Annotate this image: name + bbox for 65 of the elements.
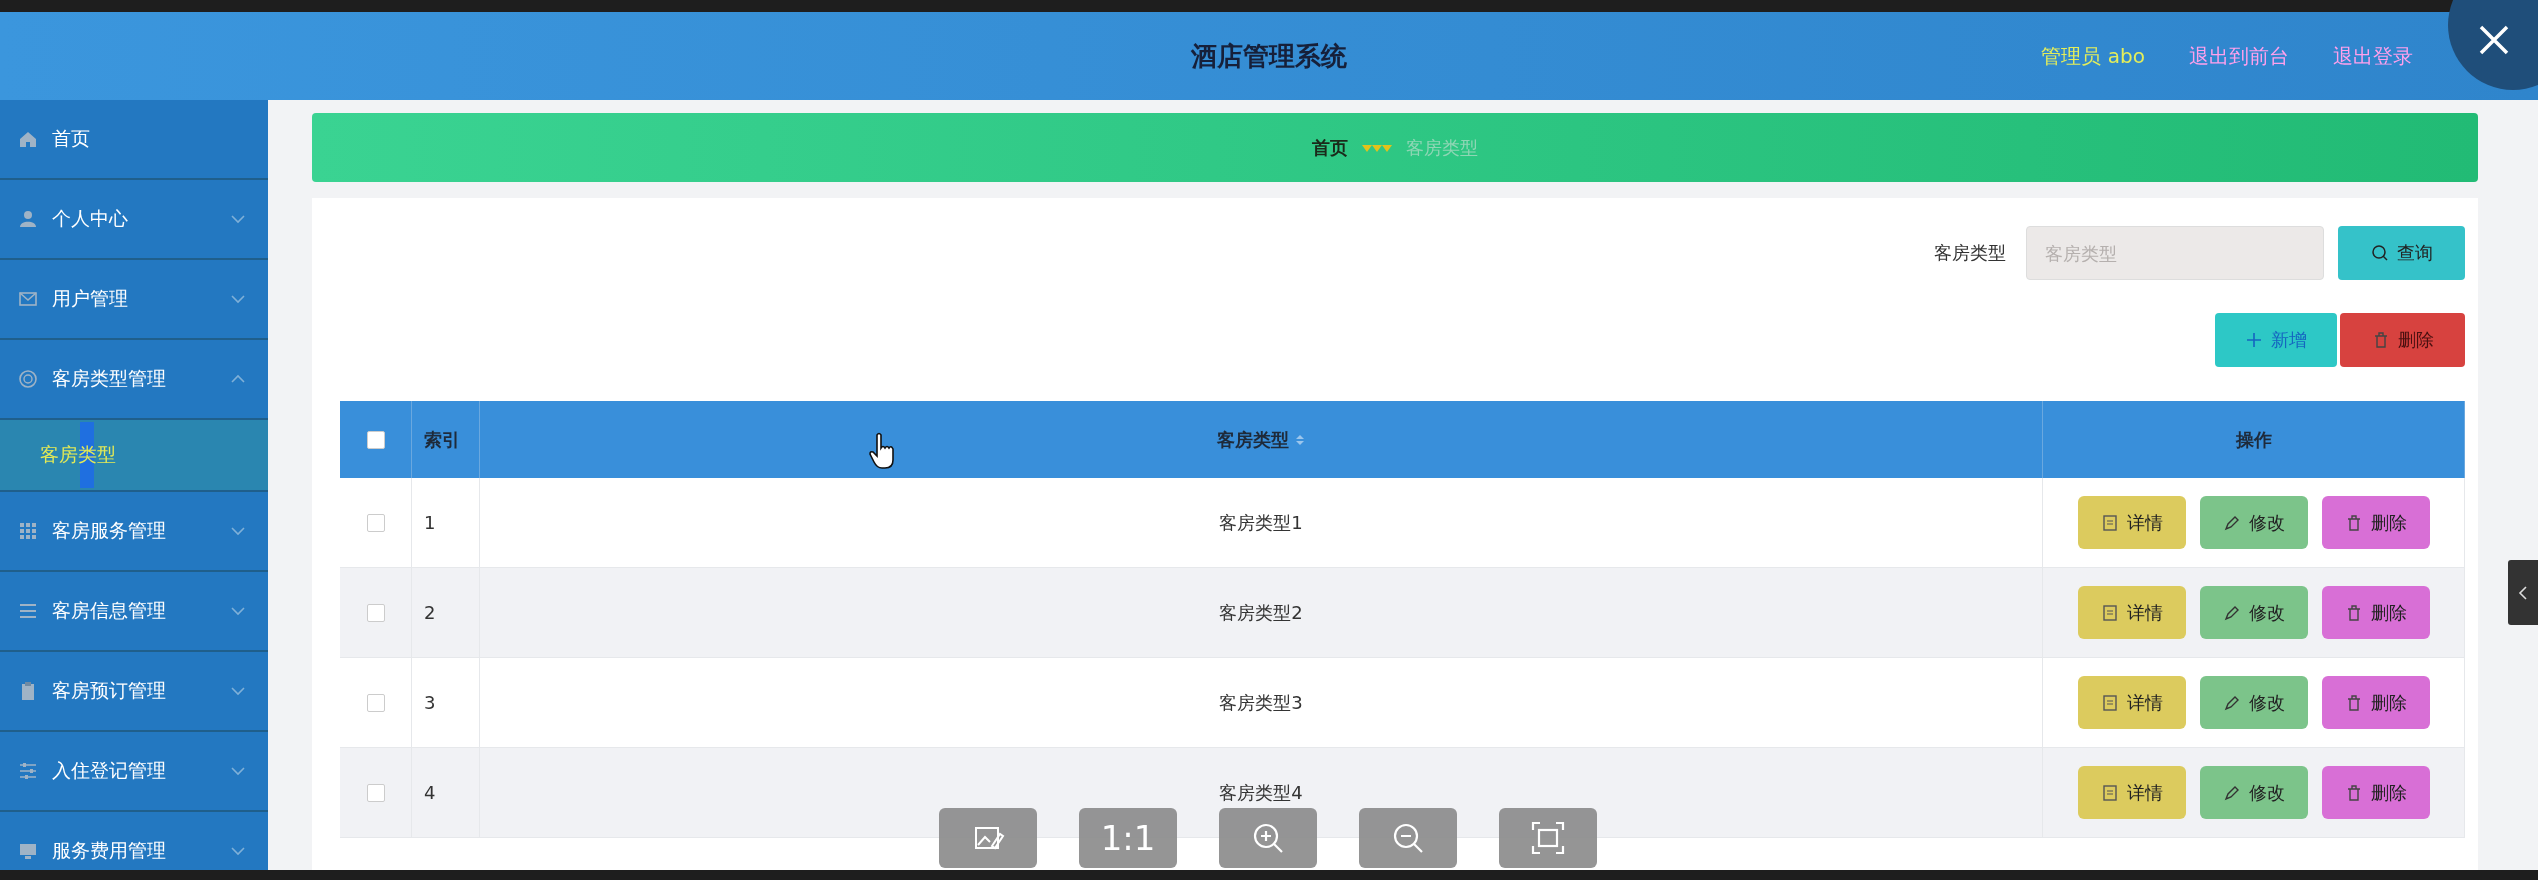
delete-button[interactable]: 删除 [2340,313,2465,367]
delete-button[interactable]: 删除 [2321,766,2430,819]
sort-icon[interactable] [1295,433,1305,446]
breadcrumb-item[interactable]: 首页 [1312,135,1348,160]
edit-image-button[interactable] [939,808,1037,868]
user-icon [18,209,38,229]
column-header[interactable]: 客房类型 [1217,427,1289,452]
detail-button[interactable]: 详情 [2077,586,2186,639]
search-field[interactable]: 客房类型 [2026,226,2324,280]
table-cell: 1 [424,512,436,533]
zoom-out-button[interactable] [1359,808,1457,868]
app-title: 酒店管理系统 [1191,40,1347,71]
zoom-in-button[interactable] [1219,808,1317,868]
pencil-icon [2222,783,2241,802]
row-checkbox[interactable] [366,603,385,622]
select-all-checkbox[interactable] [366,430,385,449]
table-cell: 客房类型4 [1219,780,1303,805]
document-icon [2100,513,2119,532]
detail-button[interactable]: 详情 [2077,766,2186,819]
table-cell: 4 [424,782,436,803]
sliders-icon [18,761,38,781]
delete-button[interactable]: 删除 [2321,676,2430,729]
pencil-icon [2222,513,2241,532]
delete-button[interactable]: 删除 [2321,586,2430,639]
side-tab[interactable] [2508,560,2538,625]
plus-icon [2245,331,2263,349]
row-checkbox[interactable] [366,783,385,802]
breadcrumb-item: 客房类型 [1406,135,1478,160]
table-cell: 2 [424,602,436,623]
edit-button[interactable]: 修改 [2199,496,2308,549]
fit-button[interactable] [1499,808,1597,868]
row-checkbox[interactable] [366,693,385,712]
pencil-icon [2222,693,2241,712]
table-cell: 客房类型2 [1219,600,1303,625]
pencil-icon [2222,603,2241,622]
document-icon [2100,603,2119,622]
admin-username: 管理员 abo [2041,42,2145,70]
grid-icon [18,521,38,541]
home-icon [18,129,38,149]
row-checkbox[interactable] [366,513,385,532]
document-icon [2100,783,2119,802]
fit-screen-icon [1530,820,1566,856]
document-icon [2100,693,2119,712]
table-cell: 客房类型1 [1219,510,1303,535]
list-icon [18,601,38,621]
column-header: 操作 [2235,427,2272,452]
edit-button[interactable]: 修改 [2199,676,2308,729]
delete-button[interactable]: 删除 [2321,496,2430,549]
detail-button[interactable]: 详情 [2077,676,2186,729]
monitor-icon [18,841,38,861]
sidebar-subitem[interactable]: 客房类型 [0,420,268,492]
edit-button[interactable]: 修改 [2199,586,2308,639]
mail-icon [18,289,38,309]
table-cell: 客房类型3 [1219,690,1303,715]
column-header: 索引 [424,427,460,452]
search-label: 客房类型 [1934,241,2006,265]
edit-button[interactable]: 修改 [2199,766,2308,819]
add-button[interactable]: 新增 [2215,313,2337,367]
chevron-left-icon [2518,585,2528,600]
detail-button[interactable]: 详情 [2077,496,2186,549]
table-cell: 3 [424,692,436,713]
actual-size-button[interactable]: 1:1 [1079,808,1177,868]
search-button[interactable]: 查询 [2338,226,2465,280]
search-icon [2370,244,2389,262]
close-icon [2478,24,2510,56]
